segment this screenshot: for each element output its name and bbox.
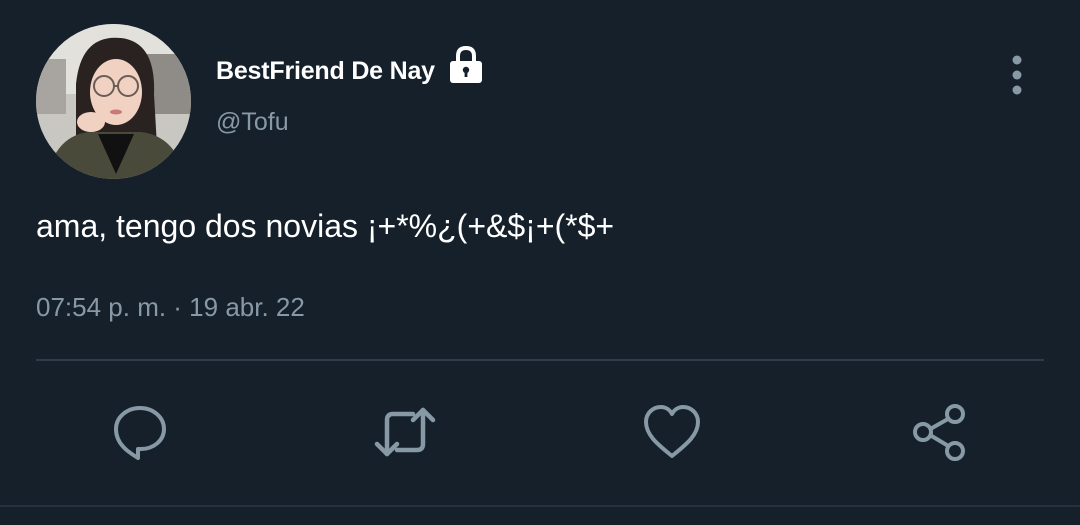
avatar-image — [36, 24, 191, 179]
tweet-timestamp[interactable]: 07:54 p. m. · 19 abr. 22 — [36, 292, 305, 323]
bottom-divider — [0, 505, 1080, 507]
tweet-text: ama, tengo dos novias ¡+*%¿(+&$¡+(*$+ — [36, 208, 615, 244]
heart-icon — [644, 405, 700, 458]
reply-icon — [114, 406, 166, 460]
lock-icon — [445, 44, 487, 86]
share-icon — [913, 404, 965, 461]
retweet-icon — [374, 407, 436, 457]
display-name[interactable]: BestFriend De Nay — [216, 57, 435, 86]
avatar[interactable] — [36, 24, 191, 179]
divider — [36, 359, 1044, 361]
like-button[interactable] — [640, 400, 704, 464]
share-button[interactable] — [908, 400, 972, 464]
reply-button[interactable] — [108, 400, 172, 464]
retweet-button[interactable] — [373, 400, 437, 464]
display-name-row: BestFriend De Nay — [216, 40, 487, 102]
more-vertical-icon[interactable] — [1003, 52, 1031, 100]
user-handle[interactable]: @Tofu — [216, 108, 289, 137]
